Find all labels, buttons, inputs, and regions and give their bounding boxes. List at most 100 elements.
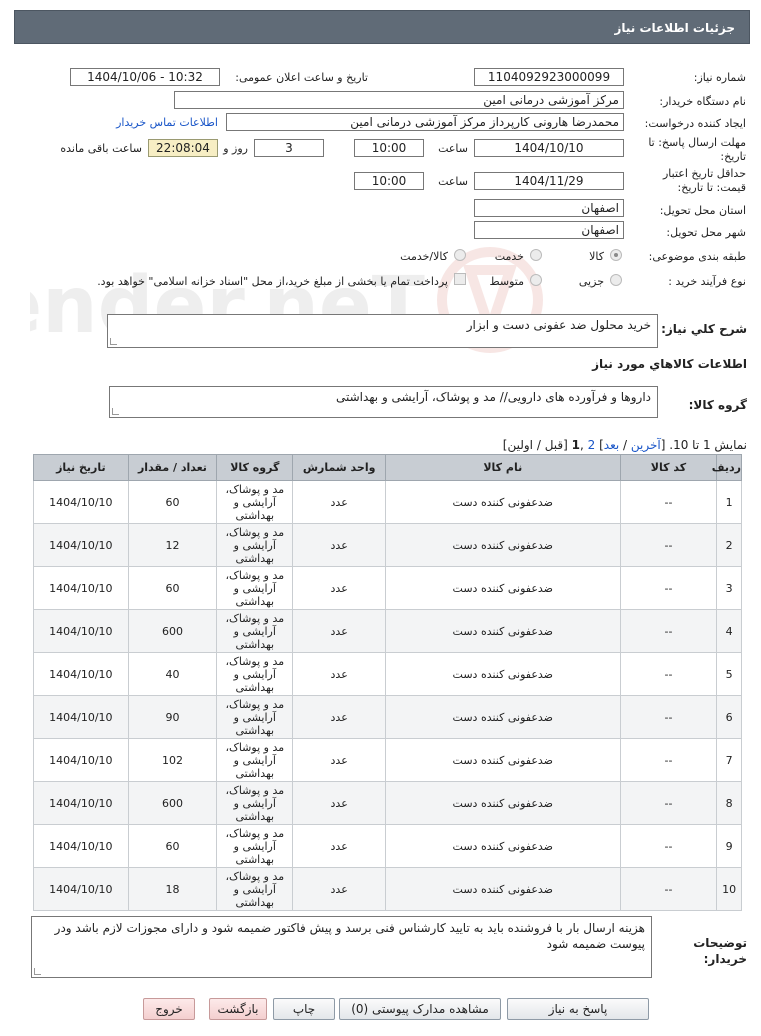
- pagination-last-link[interactable]: آخرین: [631, 438, 661, 452]
- cell-goods-group: مد و پوشاک، آرایشی و بهداشتی: [216, 867, 294, 911]
- table-row[interactable]: 7 -- ضدعفونی کننده دست عدد مد و پوشاک، آرایش…: [33, 738, 742, 782]
- pagination-comma: ,: [580, 438, 588, 452]
- table-row[interactable]: 9 -- ضدعفونی کننده دست عدد مد و پوشاک، آرایش…: [33, 824, 742, 868]
- deadline-label-line1: مهلت ارسال پاسخ: تا: [648, 136, 746, 149]
- col-header-row-number[interactable]: ردیف: [712, 454, 742, 481]
- process-radio-medium[interactable]: [530, 274, 542, 286]
- cell-unit: عدد: [292, 480, 386, 524]
- cell-row-number: 9: [716, 824, 742, 868]
- exit-button[interactable]: خروج: [143, 998, 195, 1020]
- city-field: اصفهان: [474, 221, 624, 239]
- resize-handle-icon[interactable]: [34, 968, 41, 975]
- table-row[interactable]: 1 -- ضدعفونی کننده دست عدد مد و پوشاک، آرایش…: [33, 480, 742, 524]
- resize-handle-icon[interactable]: [112, 408, 119, 415]
- table-row[interactable]: 8 -- ضدعفونی کننده دست عدد مد و پوشاک، آرایش…: [33, 781, 742, 825]
- table-row[interactable]: 5 -- ضدعفونی کننده دست عدد مد و پوشاک، آرایش…: [33, 652, 742, 696]
- buyer-notes-label-line1: توضیحات: [693, 936, 747, 950]
- cell-goods-code: --: [619, 824, 718, 868]
- cell-quantity: 600: [127, 781, 218, 825]
- col-header-need-date[interactable]: تاریخ نیاز: [33, 454, 129, 481]
- cell-need-date: 1404/10/10: [33, 523, 129, 567]
- deadline-time-label: ساعت: [438, 142, 468, 155]
- pagination-next-link[interactable]: بعد: [604, 438, 619, 452]
- cell-goods-name: ضدعفونی کننده دست: [384, 824, 621, 868]
- table-row[interactable]: 10 -- ضدعفونی کننده دست عدد مد و پوشاک، آرای…: [33, 867, 742, 911]
- city-label: شهر محل تحویل:: [666, 226, 746, 239]
- col-header-quantity[interactable]: تعداد / مقدار: [127, 454, 218, 481]
- category-option-goods: کالا: [589, 250, 604, 263]
- process-type-label: نوع فرآیند خرید :: [668, 275, 746, 288]
- resize-handle-icon[interactable]: [110, 338, 117, 345]
- buyer-notes-label-line2: خریدار:: [703, 952, 747, 966]
- province-label: استان محل تحویل:: [659, 204, 746, 217]
- cell-quantity: 60: [127, 480, 218, 524]
- cell-row-number: 6: [716, 695, 742, 739]
- cell-goods-name: ضدعفونی کننده دست: [384, 781, 621, 825]
- col-header-goods-code[interactable]: کد کالا: [619, 454, 718, 481]
- col-header-goods-group[interactable]: گروه کالا: [216, 454, 294, 481]
- cell-need-date: 1404/10/10: [33, 695, 129, 739]
- category-radio-goods-service[interactable]: [454, 249, 466, 261]
- table-body: 1 -- ضدعفونی کننده دست عدد مد و پوشاک، آرایش…: [33, 480, 742, 911]
- table-row[interactable]: 2 -- ضدعفونی کننده دست عدد مد و پوشاک، آرایش…: [33, 523, 742, 567]
- reply-button[interactable]: پاسخ به نیاز: [507, 998, 649, 1020]
- cell-unit: عدد: [292, 652, 386, 696]
- cell-goods-name: ضدعفونی کننده دست: [384, 867, 621, 911]
- need-details-panel: شماره نیاز: 1104092923000099 تاریخ و ساع…: [14, 56, 750, 298]
- cell-row-number: 7: [716, 738, 742, 782]
- pagination-page-1: 1: [571, 438, 580, 452]
- cell-goods-code: --: [619, 523, 718, 567]
- cell-quantity: 40: [127, 652, 218, 696]
- col-header-goods-name[interactable]: نام کالا: [384, 454, 621, 481]
- remaining-time-label: ساعت باقی مانده: [60, 142, 142, 155]
- cell-goods-name: ضدعفونی کننده دست: [384, 652, 621, 696]
- need-number-label: شماره نیاز:: [693, 71, 746, 84]
- cell-unit: عدد: [292, 824, 386, 868]
- goods-group-text: داروها و فرآورده های دارویی// مد و پوشاک…: [335, 390, 651, 404]
- pagination-prev-first: [قبل / اولین]: [502, 438, 572, 452]
- back-button[interactable]: بازگشت: [209, 998, 267, 1020]
- table-row[interactable]: 3 -- ضدعفونی کننده دست عدد مد و پوشاک، آرایش…: [33, 566, 742, 610]
- announce-datetime-field: 1404/10/06 - 10:32: [70, 68, 220, 86]
- view-attachments-button[interactable]: مشاهده مدارک پیوستی (0): [339, 998, 501, 1020]
- col-header-unit[interactable]: واحد شمارش: [292, 454, 386, 481]
- print-button[interactable]: چاپ: [273, 998, 335, 1020]
- cell-row-number: 5: [716, 652, 742, 696]
- category-radio-service[interactable]: [530, 249, 542, 261]
- cell-goods-code: --: [619, 781, 718, 825]
- pagination-separator: /: [619, 438, 631, 452]
- table-row[interactable]: 6 -- ضدعفونی کننده دست عدد مد و پوشاک، آرایش…: [33, 695, 742, 739]
- cell-goods-code: --: [619, 738, 718, 782]
- description-label: شرح کلي نياز:: [661, 322, 747, 336]
- table-header-row: ردیف کد کالا نام کالا واحد شمارش گروه کا…: [33, 454, 742, 481]
- cell-goods-code: --: [619, 695, 718, 739]
- cell-goods-group: مد و پوشاک، آرایشی و بهداشتی: [216, 781, 294, 825]
- goods-group-field: داروها و فرآورده های دارویی// مد و پوشاک…: [109, 386, 658, 418]
- cell-unit: عدد: [292, 867, 386, 911]
- cell-goods-group: مد و پوشاک، آرایشی و بهداشتی: [216, 824, 294, 868]
- table-row[interactable]: 4 -- ضدعفونی کننده دست عدد مد و پوشاک، آرایش…: [33, 609, 742, 653]
- process-radio-small[interactable]: [610, 274, 622, 286]
- cell-goods-name: ضدعفونی کننده دست: [384, 480, 621, 524]
- category-option-service: خدمت: [494, 250, 524, 263]
- category-radio-goods[interactable]: [610, 249, 622, 261]
- cell-row-number: 1: [716, 480, 742, 524]
- buyer-contact-link[interactable]: اطلاعات تماس خریدار: [116, 116, 218, 129]
- goods-group-label: گروه کالا:: [688, 398, 747, 412]
- treasury-payment-checkbox[interactable]: [454, 273, 466, 285]
- cell-quantity: 12: [127, 523, 218, 567]
- pagination-bracket: ]: [595, 438, 604, 452]
- cell-goods-code: --: [619, 652, 718, 696]
- goods-table: ردیف کد کالا نام کالا واحد شمارش گروه کا…: [33, 454, 742, 911]
- cell-need-date: 1404/10/10: [33, 738, 129, 782]
- cell-row-number: 2: [716, 523, 742, 567]
- cell-goods-name: ضدعفونی کننده دست: [384, 566, 621, 610]
- cell-row-number: 4: [716, 609, 742, 653]
- cell-goods-code: --: [619, 480, 718, 524]
- cell-need-date: 1404/10/10: [33, 781, 129, 825]
- buyer-notes-text: هزینه ارسال بار با فروشنده باید به تایید…: [54, 921, 645, 951]
- cell-goods-group: مد و پوشاک، آرایشی و بهداشتی: [216, 609, 294, 653]
- need-number-field: 1104092923000099: [474, 68, 624, 86]
- cell-quantity: 102: [127, 738, 218, 782]
- description-text: خرید محلول ضد عفونی دست و ابزار: [466, 318, 651, 332]
